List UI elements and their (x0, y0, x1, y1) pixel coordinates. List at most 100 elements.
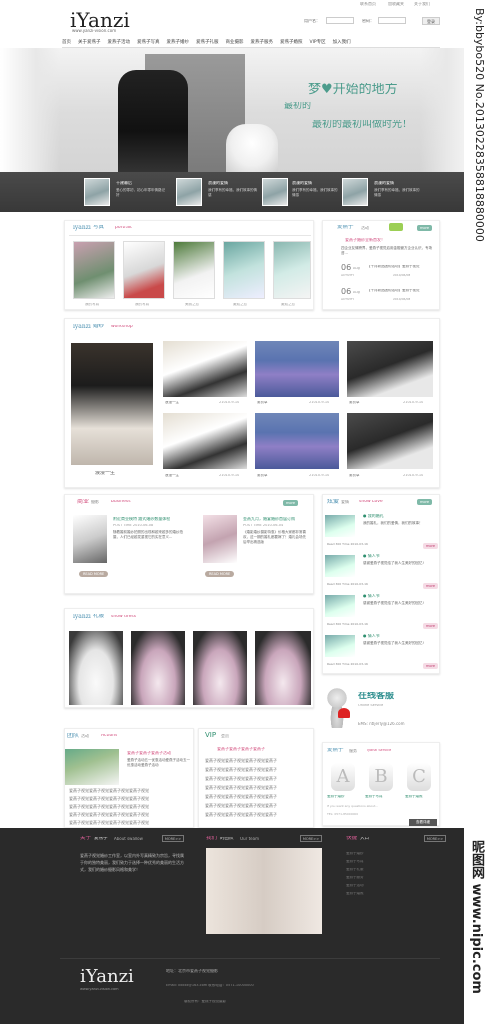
activity-desc: 四企业友情跨界，爱燕子视觉启用金融管方企业认识，专场咨... (341, 246, 432, 255)
business-more-button[interactable]: more (283, 500, 299, 506)
showlove-more-2[interactable]: more (423, 583, 439, 589)
workshop-photo-1[interactable] (163, 341, 247, 397)
activity-item-text-1[interactable]: 【十月新品团购活动】爱燕子视觉 (367, 265, 420, 269)
username-input[interactable] (326, 17, 354, 24)
showlove-photo-1[interactable] (325, 515, 355, 537)
top-link-home[interactable]: 联系首页 (360, 2, 376, 6)
portrait-photo-1[interactable] (73, 241, 115, 299)
showlove-item-title-4[interactable]: ● 情人节 (363, 634, 380, 638)
password-input[interactable] (378, 17, 406, 24)
nav-about[interactable]: 关于爱燕子 (78, 38, 101, 48)
footer-quick-link-2[interactable]: 爱燕子写真 (346, 860, 364, 864)
actions-list-3[interactable]: 爱燕子视觉爱燕子视觉爱燕子视觉爱燕子视觉 (69, 803, 189, 811)
strip-title-1: 十建幕后 (116, 181, 132, 185)
nav-photos[interactable]: 爱燕子婚照 (280, 38, 303, 48)
nav-business[interactable]: 商业摄影 (226, 38, 244, 48)
showlove-more-3[interactable]: more (423, 623, 439, 629)
showlove-more-1[interactable]: more (423, 543, 439, 549)
workshop-main-photo[interactable] (71, 343, 153, 465)
showlove-item-title-3[interactable]: ● 情人节 (363, 594, 380, 598)
service-label-2[interactable]: 爱燕子写真 (365, 795, 383, 799)
workshop-photo-4[interactable] (163, 413, 247, 469)
footer-quick-more[interactable]: MORE>> (424, 835, 446, 842)
portrait-photo-5[interactable] (273, 241, 311, 299)
nav-wedding[interactable]: 爱燕子婚纱 (167, 38, 190, 48)
showlove-photo-3[interactable] (325, 595, 355, 617)
nav-vip[interactable]: VIP专区 (310, 38, 326, 48)
showlove-more-4[interactable]: more (423, 663, 439, 669)
footer-quick-link-6[interactable]: 爱燕子婚照 (346, 892, 364, 896)
top-link-favorite[interactable]: 加收藏夹 (388, 2, 404, 6)
footer-about-more[interactable]: MORE>> (162, 835, 184, 842)
business-head-2[interactable]: 金燕九月，婚宴婚纱首届订购 (243, 517, 295, 521)
activity-item-text-2[interactable]: 【十月新品团购活动】爱燕子视觉 (367, 289, 420, 293)
online-email[interactable]: EMS: ntljerly@126.com (358, 722, 405, 726)
vip-headline[interactable]: 爱燕子爱燕子爱燕子爱燕子 (217, 747, 265, 751)
nav-home[interactable]: 首页 (62, 38, 71, 48)
vip-list-5[interactable]: 爱燕子视觉爱燕子视觉爱燕子视觉爱燕子 (205, 793, 309, 801)
portrait-title: 写真 (93, 225, 105, 230)
showlove-photo-4[interactable] (325, 635, 355, 657)
actions-list-1[interactable]: 爱燕子视觉爱燕子视觉爱燕子视觉爱燕子视觉 (69, 787, 189, 795)
nav-portrait[interactable]: 爱燕子写真 (137, 38, 160, 48)
business-photo-1[interactable] (73, 515, 107, 563)
footer-quick-link-1[interactable]: 爱燕子婚纱 (346, 852, 364, 856)
strip-thumb-1[interactable] (84, 178, 110, 206)
business-read-more-2[interactable]: READ MORE (205, 571, 235, 577)
vip-list-1[interactable]: 爱燕子视觉爱燕子视觉爱燕子视觉爱燕子 (205, 757, 309, 765)
dress-photo-2[interactable] (131, 631, 185, 705)
business-head-1[interactable]: 附近商业模特 路式婚纱数量体检 (113, 517, 170, 521)
showlove-item-desc-1: 我的婚礼，我们的爱情，我们的故事！ (363, 521, 423, 525)
login-button[interactable]: 登录 (422, 17, 440, 25)
dress-photo-1[interactable] (69, 631, 123, 705)
footer-quick-link-3[interactable]: 爱燕子礼服 (346, 868, 364, 872)
vip-list-2[interactable]: 爱燕子视觉爱燕子视觉爱燕子视觉爱燕子 (205, 766, 309, 774)
portrait-photo-4[interactable] (223, 241, 265, 299)
workshop-photo-5[interactable] (255, 413, 339, 469)
workshop-photo-3[interactable] (347, 341, 433, 397)
strip-thumb-2[interactable] (176, 178, 202, 206)
actions-headline[interactable]: 爱燕子爱燕子爱燕子活动 (127, 751, 171, 755)
business-read-more-1[interactable]: READ MORE (79, 571, 109, 577)
footer-team-more[interactable]: MORE>> (300, 835, 322, 842)
strip-thumb-4[interactable] (342, 178, 368, 206)
top-link-about[interactable]: 关于我们 (414, 2, 430, 6)
actions-list-4[interactable]: 爱燕子视觉爱燕子视觉爱燕子视觉爱燕子视觉 (69, 811, 189, 819)
portrait-photo-3[interactable] (173, 241, 215, 299)
nav-activity[interactable]: 爱燕子活动 (108, 38, 131, 48)
vip-list-6[interactable]: 爱燕子视觉爱燕子视觉爱燕子视觉爱燕子 (205, 802, 309, 810)
banner-slogan-1: 梦♥开始的地方 (308, 83, 398, 96)
dress-photo-3[interactable] (193, 631, 247, 705)
vip-list-7[interactable]: 爱燕子视觉爱燕子视觉爱燕子视觉爱燕子 (205, 811, 309, 819)
footer-team-photo[interactable] (206, 848, 322, 934)
dress-photo-4[interactable] (255, 631, 311, 705)
actions-section: 团队 活动 Actions 爱燕子爱燕子爱燕子活动 爱燕子活动五一优惠活动爱燕子… (64, 728, 194, 828)
workshop-photo-2[interactable] (255, 341, 339, 397)
service-detail-button[interactable]: 查看详细 (409, 819, 437, 826)
vip-list-3[interactable]: 爱燕子视觉爱燕子视觉爱燕子视觉爱燕子 (205, 775, 309, 783)
footer-logo[interactable]: iYanzi (80, 968, 134, 986)
activity-more-button[interactable]: more (417, 225, 433, 231)
nav-service[interactable]: 爱燕子服务 (251, 38, 274, 48)
strip-thumb-3[interactable] (262, 178, 288, 206)
portrait-photo-2[interactable] (123, 241, 165, 299)
nav-join[interactable]: 加入我们 (333, 38, 351, 48)
site-logo[interactable]: iYanzi (70, 10, 130, 30)
showlove-item-title-1[interactable]: ● 我的婚礼 (363, 514, 384, 518)
vip-list-4[interactable]: 爱燕子视觉爱燕子视觉爱燕子视觉爱燕子 (205, 784, 309, 792)
service-label-3[interactable]: 爱燕子婚照 (405, 795, 423, 799)
actions-list-2[interactable]: 爱燕子视觉爱燕子视觉爱燕子视觉爱燕子视觉 (69, 795, 189, 803)
footer-quick-link-5[interactable]: 爱燕子活动 (346, 884, 364, 888)
service-label-1[interactable]: 爱燕子婚纱 (327, 795, 345, 799)
showlove-item-title-2[interactable]: ● 情人节 (363, 554, 380, 558)
nav-dress[interactable]: 爱燕子礼服 (196, 38, 219, 48)
showlove-more-button[interactable]: more (417, 499, 433, 505)
activity-item-date-1: 2010/06/08 (393, 274, 411, 277)
activity-headline[interactable]: 爱燕子婚纱全新首发！ (345, 238, 385, 242)
actions-list-5[interactable]: 爱燕子视觉爱燕子视觉爱燕子视觉爱燕子视觉 (69, 819, 189, 827)
workshop-photo-6[interactable] (347, 413, 433, 469)
footer-quick-link-4[interactable]: 爱燕子服务 (346, 876, 364, 880)
showlove-photo-2[interactable] (325, 555, 355, 577)
business-photo-2[interactable] (203, 515, 237, 563)
actions-photo[interactable] (65, 749, 119, 785)
